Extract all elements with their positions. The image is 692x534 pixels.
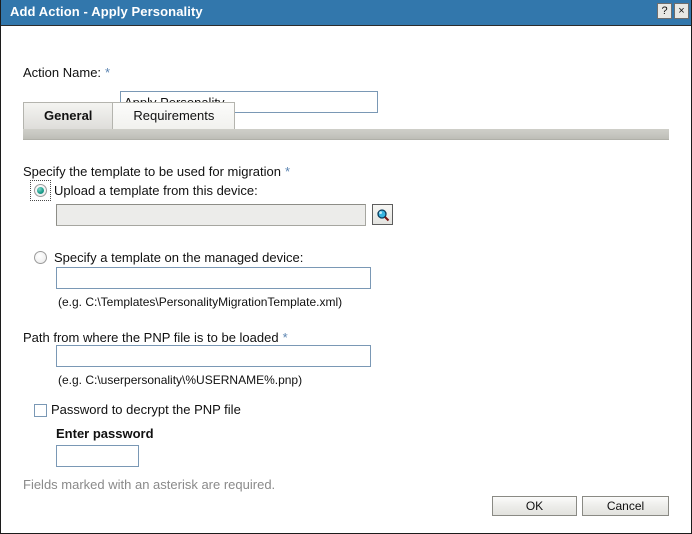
tab-requirements[interactable]: Requirements (112, 102, 236, 129)
close-button[interactable]: × (674, 3, 689, 19)
upload-template-input[interactable] (56, 204, 366, 226)
managed-radio[interactable] (34, 251, 47, 269)
window-title: Add Action - Apply Personality (10, 4, 203, 19)
required-fields-note: Fields marked with an asterisk are requi… (23, 477, 276, 492)
template-required-marker: * (284, 164, 291, 179)
cancel-button[interactable]: Cancel (582, 496, 669, 516)
title-bar-buttons: ? × (657, 3, 689, 19)
dialog-body: Action Name: * General Requirements Spec… (1, 27, 691, 532)
title-bar: Add Action - Apply Personality ? × (1, 0, 691, 26)
tab-general[interactable]: General (23, 102, 114, 129)
tab-strip: General Requirements (23, 102, 236, 129)
managed-template-hint: (e.g. C:\Templates\PersonalityMigrationT… (58, 295, 343, 309)
focus-outline (30, 180, 51, 201)
ok-button[interactable]: OK (492, 496, 577, 516)
magnifier-icon (376, 208, 389, 221)
action-name-required-marker: * (105, 65, 111, 80)
password-field-label: Enter password (56, 426, 154, 441)
pnp-path-label: Path from where the PNP file is to be lo… (23, 330, 279, 345)
browse-button[interactable] (372, 204, 393, 225)
password-checkbox[interactable] (34, 404, 47, 422)
tab-separator-bar (23, 129, 669, 140)
pnp-path-required-marker: * (282, 330, 288, 345)
managed-radio-label[interactable]: Specify a template on the managed device… (54, 250, 303, 265)
managed-radio-input[interactable] (34, 251, 47, 264)
managed-template-input[interactable] (56, 267, 371, 289)
template-section-label: Specify the template to be used for migr… (23, 164, 281, 179)
pnp-path-hint: (e.g. C:\userpersonality\%USERNAME%.pnp) (58, 373, 303, 387)
pnp-path-input[interactable] (56, 345, 371, 367)
password-checkbox-input[interactable] (34, 404, 47, 417)
password-checkbox-label[interactable]: Password to decrypt the PNP file (51, 402, 241, 417)
help-button[interactable]: ? (657, 3, 672, 19)
upload-radio-label[interactable]: Upload a template from this device: (54, 183, 258, 198)
action-name-label: Action Name: (23, 65, 102, 80)
template-section-row: Specify the template to be used for migr… (23, 163, 290, 181)
password-input[interactable] (56, 445, 139, 467)
action-name-row: Action Name: * (23, 65, 110, 80)
add-action-dialog: Add Action - Apply Personality ? × Actio… (0, 0, 692, 534)
upload-radio[interactable] (30, 180, 51, 202)
